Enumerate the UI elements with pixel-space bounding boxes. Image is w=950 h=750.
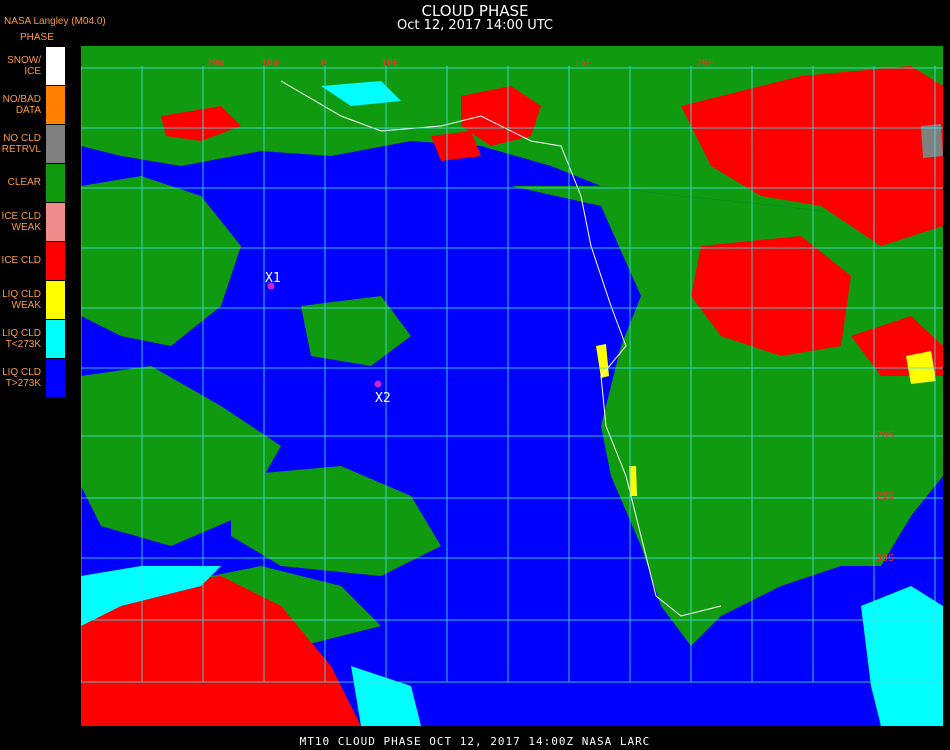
legend-item: NO/BAD DATA	[0, 86, 65, 124]
legend-swatch	[46, 320, 65, 358]
legend-label: NO/BAD DATA	[2, 94, 41, 116]
lon-tick-label: 10E	[381, 58, 399, 69]
lon-tick-label: 0	[321, 58, 327, 69]
marker-x2-dot	[374, 380, 382, 388]
legend-swatch	[46, 125, 65, 163]
legend-label: ICE CLD	[1, 255, 41, 266]
lon-tick-label: 20W	[206, 58, 225, 69]
legend-label: NO CLD RETRVL	[1, 133, 41, 155]
legend-swatch	[46, 47, 65, 85]
legend-item: SNOW/ ICE	[0, 47, 65, 85]
legend-item: ICE CLD	[0, 242, 65, 280]
lat-tick-label: 25S	[876, 491, 894, 502]
legend-swatch	[46, 359, 65, 397]
marker-x1-label: X1	[265, 271, 281, 286]
lon-tick-label: 10W	[261, 58, 280, 69]
map-timestamp: Oct 12, 2017 14:00 UTC	[397, 18, 553, 33]
footer-caption: MT10 CLOUD PHASE OCT 12, 2017 14:00Z NAS…	[299, 735, 651, 748]
legend-label: SNOW/ ICE	[7, 55, 41, 77]
legend-label: LIQ CLD T<273K	[2, 328, 41, 350]
legend-label: CLEAR	[7, 177, 41, 188]
legend-swatch	[46, 281, 65, 319]
lat-tick-label: 20S	[876, 430, 894, 441]
legend-label: ICE CLD WEAK	[1, 211, 41, 233]
legend-swatch	[46, 86, 65, 124]
lat-tick-label: 30S	[876, 553, 894, 564]
region-no-retrieval	[921, 124, 943, 158]
cloud-phase-map[interactable]: 20W 10W 0 10E 15E 20E 20S 25S 30S X1 X2	[81, 46, 943, 726]
producer-label: NASA Langley (M04.0)	[4, 16, 106, 27]
lon-tick-label: 20E	[696, 58, 714, 69]
legend-label: LIQ CLD WEAK	[2, 289, 41, 311]
legend-item: NO CLD RETRVL	[0, 125, 65, 163]
legend-item: LIQ CLD T>273K	[0, 359, 65, 397]
legend-label: LIQ CLD T>273K	[2, 367, 41, 389]
legend-item: LIQ CLD T<273K	[0, 320, 65, 358]
legend-swatch	[46, 203, 65, 241]
legend-swatch	[46, 242, 65, 280]
map-canvas: 20W 10W 0 10E 15E 20E 20S 25S 30S X1 X2	[81, 46, 943, 726]
marker-x2-label: X2	[375, 391, 391, 406]
legend-swatch	[46, 164, 65, 202]
legend-item: LIQ CLD WEAK	[0, 281, 65, 319]
legend-item: CLEAR	[0, 164, 65, 202]
lon-tick-label: 15E	[574, 58, 592, 69]
legend-item: ICE CLD WEAK	[0, 203, 65, 241]
legend-heading: PHASE	[20, 32, 54, 43]
